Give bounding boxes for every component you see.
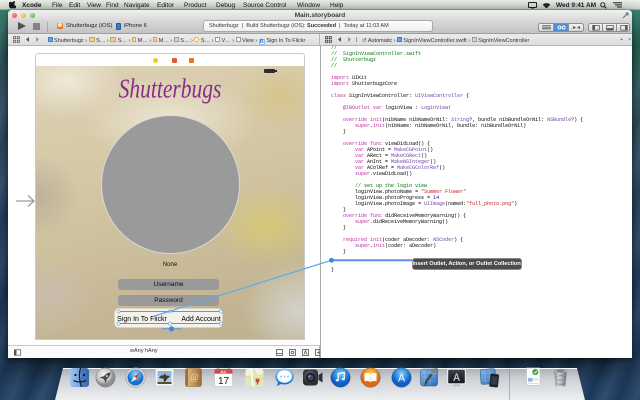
svg-text:17: 17 — [217, 376, 229, 387]
svg-text:JUL: JUL — [220, 370, 226, 374]
svg-text:@: @ — [190, 373, 199, 383]
svg-text:A: A — [397, 373, 405, 385]
svg-text:A: A — [453, 373, 460, 385]
